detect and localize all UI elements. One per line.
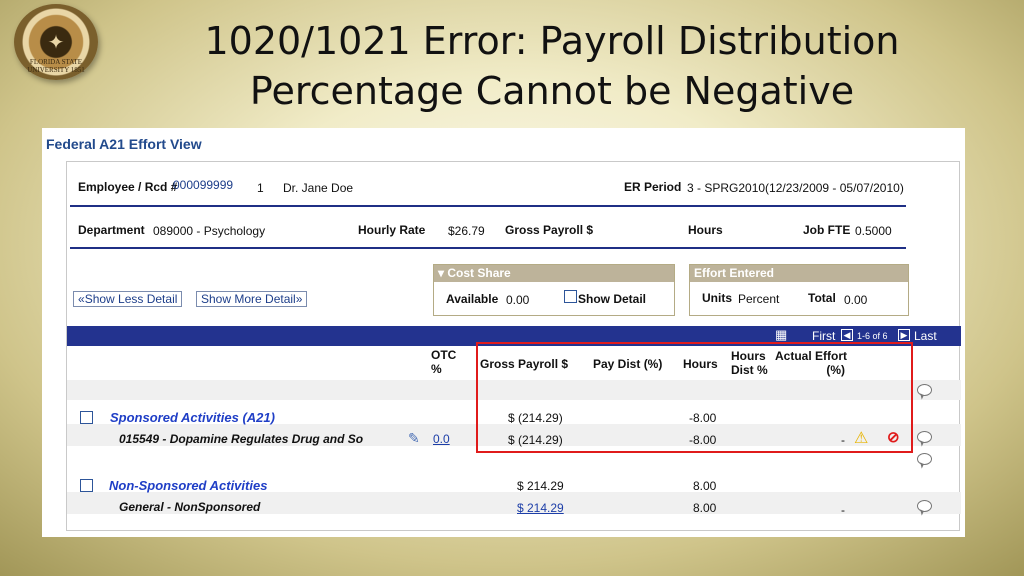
employee-label: Employee / Rcd # [78, 180, 178, 194]
available-value: 0.00 [506, 293, 530, 307]
job-fte-value: 0.5000 [855, 224, 892, 238]
show-detail-label: Show Detail [578, 292, 647, 306]
effort-entered-box: Effort Entered Units Percent Total 0.00 [689, 264, 909, 316]
gross-payroll-label: Gross Payroll $ [505, 223, 594, 237]
job-fte-label: Job FTE [803, 223, 851, 237]
department-value: 089000 - Psychology [153, 224, 266, 238]
units-value: Percent [738, 292, 780, 306]
comment-bubble-icon[interactable] [917, 500, 932, 512]
select-checkbox[interactable] [80, 411, 93, 424]
non-sponsored-gross: $ 214.29 [517, 479, 564, 493]
comment-bubble-icon[interactable] [917, 453, 932, 465]
employee-id: 000099999 [173, 178, 234, 192]
er-period-value: 3 - SPRG2010(12/23/2009 - 05/07/2010) [687, 181, 904, 195]
university-seal-logo: ✦ FLORIDA STATE UNIVERSITY 1851 [14, 4, 98, 80]
first-link[interactable]: First [812, 329, 835, 343]
general-hours: 8.00 [693, 501, 717, 515]
show-more-detail-button[interactable]: Show More Detail» [196, 291, 308, 307]
seal-emblem-icon: ✦ [47, 32, 65, 54]
next-arrow-icon[interactable]: ▶ [898, 329, 910, 341]
project-row-label: 015549 - Dopamine Regulates Drug and So [119, 432, 364, 446]
effort-view-screenshot: Federal A21 Effort View Employee / Rcd #… [42, 128, 965, 537]
hours-label: Hours [688, 223, 723, 237]
available-label: Available [446, 292, 499, 306]
effort-entered-header: Effort Entered [690, 265, 908, 282]
general-gross-link[interactable]: $ 214.29 [517, 501, 564, 515]
slide-title-line-2: Percentage Cannot be Negative [249, 69, 855, 113]
divider [70, 247, 906, 249]
department-label: Department [78, 223, 145, 237]
last-link[interactable]: Last [914, 329, 937, 343]
non-sponsored-activities-label: Non-Sponsored Activities [109, 478, 268, 493]
non-sponsored-hours: 8.00 [693, 479, 717, 493]
slide-title: 1020/1021 Error: Payroll Distribution Pe… [100, 16, 1004, 116]
edit-document-icon[interactable]: ✎ [408, 430, 420, 447]
slide-title-line-1: 1020/1021 Error: Payroll Distribution [204, 19, 900, 63]
grid-range: 1-6 of 6 [857, 331, 888, 341]
show-less-detail-button[interactable]: «Show Less Detail [73, 291, 183, 307]
er-period-label: ER Period [624, 180, 682, 194]
employee-name: Dr. Jane Doe [283, 181, 354, 195]
cost-share-box: ▾ Cost Share Available 0.00 Show Detail [433, 264, 675, 316]
comment-bubble-icon[interactable] [917, 431, 932, 443]
double-right-arrow-icon: » [295, 292, 303, 306]
employee-rcd: 1 [257, 181, 264, 195]
hourly-rate-label: Hourly Rate [358, 223, 426, 237]
hourly-rate-value: $26.79 [448, 224, 485, 238]
collapse-triangle-icon: ▾ [438, 266, 448, 280]
double-left-arrow-icon: « [78, 292, 85, 306]
comment-bubble-icon[interactable] [917, 384, 932, 396]
units-label: Units [702, 291, 732, 305]
divider [70, 205, 906, 207]
general-effort: - [841, 503, 845, 517]
col-otc: OTC% [431, 348, 457, 376]
otc-link[interactable]: 0.0 [433, 432, 450, 446]
effort-panel: Employee / Rcd # 000099999 1 Dr. Jane Do… [66, 161, 961, 531]
general-row-label: General - NonSponsored [119, 500, 261, 514]
total-value: 0.00 [844, 293, 868, 307]
sponsored-activities-label: Sponsored Activities (A21) [110, 410, 275, 425]
page-title: Federal A21 Effort View [46, 136, 202, 152]
grid-view-icon[interactable]: ▦ [775, 327, 787, 343]
show-detail-checkbox[interactable] [564, 290, 577, 303]
seal-text: FLORIDA STATE UNIVERSITY 1851 [27, 58, 85, 74]
total-label: Total [808, 291, 836, 305]
cost-share-header[interactable]: ▾ Cost Share [434, 265, 674, 282]
select-checkbox[interactable] [80, 479, 93, 492]
error-highlight-box [476, 342, 913, 453]
previous-arrow-icon[interactable]: ◀ [841, 329, 853, 341]
